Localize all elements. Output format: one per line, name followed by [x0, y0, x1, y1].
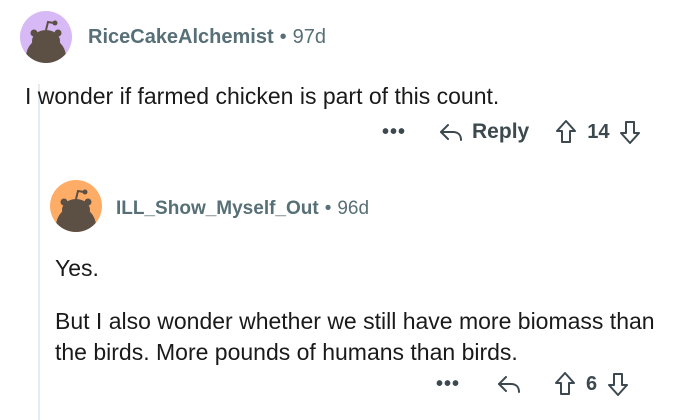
comment-age[interactable]: 97d	[293, 26, 326, 49]
avatar-snoo-icon	[56, 189, 96, 232]
thread-line[interactable]	[38, 84, 40, 420]
reply-actions: ••• 6	[436, 369, 629, 399]
meta-separator: •	[324, 198, 332, 219]
reply-arrow-icon	[498, 376, 521, 393]
reply-meta: ILL_Show_Myself_Out • 96d	[116, 196, 369, 222]
upvote-icon[interactable]	[554, 371, 576, 397]
reply-arrow-icon	[438, 121, 464, 143]
downvote-icon[interactable]	[607, 371, 629, 397]
reply-age[interactable]: 96d	[337, 198, 369, 220]
downvote-icon[interactable]	[619, 119, 641, 145]
comment-body: I wonder if farmed chicken is part of th…	[25, 81, 675, 112]
more-options-button[interactable]: •••	[436, 374, 460, 394]
avatar-snoo-icon	[26, 20, 66, 63]
reply-button[interactable]: Reply	[438, 120, 529, 144]
upvote-icon[interactable]	[555, 119, 577, 145]
meta-separator: •	[279, 25, 287, 48]
avatar[interactable]	[20, 11, 72, 63]
more-options-button[interactable]: •••	[382, 122, 406, 142]
reply-paragraph: But I also wonder whether we still have …	[55, 308, 655, 365]
reply-button[interactable]	[496, 373, 522, 395]
comment-meta: RiceCakeAlchemist • 97d	[88, 24, 326, 50]
username[interactable]: RiceCakeAlchemist	[88, 26, 274, 49]
reply-body: Yes. But I also wonder whether we still …	[55, 253, 685, 368]
comment-text: I wonder if farmed chicken is part of th…	[25, 83, 500, 109]
reply-avatar[interactable]	[50, 180, 102, 232]
reply-label: Reply	[472, 120, 530, 143]
reply-paragraph: Yes.	[55, 255, 99, 281]
comment-actions: ••• Reply 14	[382, 117, 641, 147]
vote-count: 6	[586, 372, 598, 395]
reply-username[interactable]: ILL_Show_Myself_Out	[116, 198, 319, 220]
vote-count: 14	[587, 120, 610, 143]
